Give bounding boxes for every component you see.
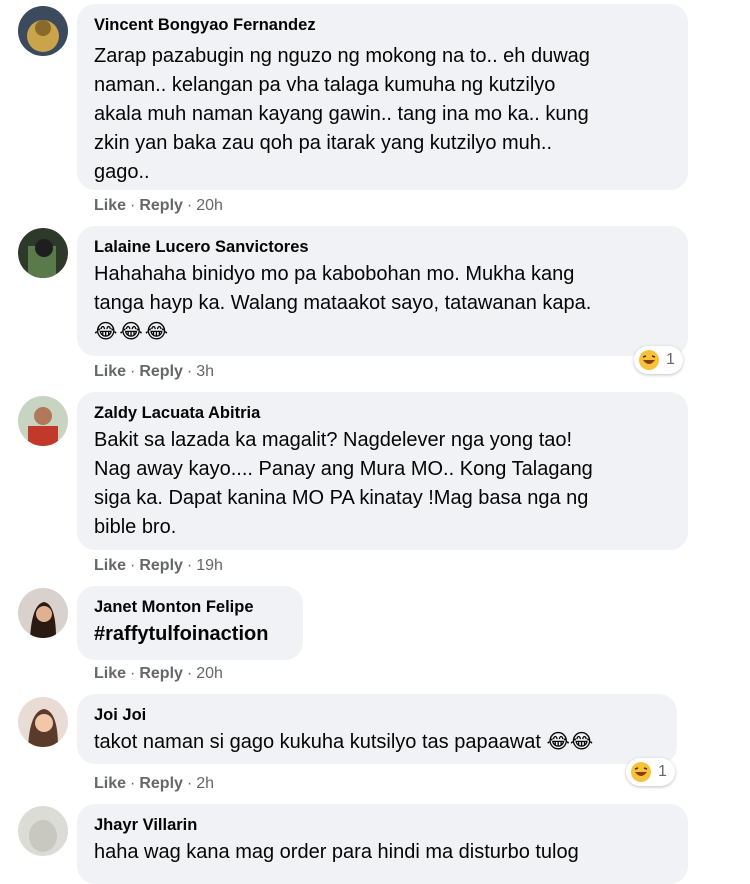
avatar[interactable] — [18, 697, 68, 747]
comment-author[interactable]: Vincent Bongyao Fernandez — [94, 14, 671, 36]
reply-link[interactable]: Reply — [139, 665, 183, 682]
avatar[interactable] — [18, 588, 68, 638]
reply-link[interactable]: Reply — [139, 557, 183, 574]
comment-time[interactable]: 20h — [196, 197, 223, 214]
separator-dot: · — [130, 775, 136, 792]
laughing-face-icon — [631, 762, 651, 782]
avatar[interactable] — [18, 228, 68, 278]
separator-dot: · — [186, 775, 193, 792]
reaction-badge[interactable]: 1 — [634, 346, 683, 374]
laughing-face-icon — [639, 350, 659, 370]
comment-line: zkin yan baka zau qoh pa itarak yang kut… — [94, 132, 553, 154]
like-link[interactable]: Like — [94, 775, 126, 792]
comment-time[interactable]: 2h — [196, 775, 214, 792]
like-link[interactable]: Like — [94, 197, 126, 214]
comment-bubble: Janet Monton Felipe #raffytulfoinaction — [77, 586, 303, 660]
comment-author[interactable]: Zaldy Lacuata Abitria — [94, 402, 671, 424]
comment-actions: Like · Reply · 19h — [94, 556, 223, 576]
comment-text: Zarap pazabugin ng nguzo ng mokong na to… — [94, 42, 671, 187]
comment-line: siga ka. Dapat kanina MO PA kinatay !Mag… — [94, 487, 589, 509]
comment-emojis: 😂😂 — [546, 731, 594, 753]
reply-link[interactable]: Reply — [139, 363, 183, 380]
comment-bubble: Vincent Bongyao Fernandez Zarap pazabugi… — [77, 4, 688, 190]
reaction-count: 1 — [658, 763, 667, 780]
comment-author[interactable]: Lalaine Lucero Sanvictores — [94, 236, 671, 258]
separator-dot: · — [186, 197, 193, 214]
comment-time[interactable]: 3h — [196, 363, 214, 380]
comment-line: akala muh naman kayang gawin.. tang ina … — [94, 103, 589, 125]
separator-dot: · — [130, 557, 136, 574]
separator-dot: · — [186, 557, 193, 574]
reaction-badge[interactable]: 1 — [626, 758, 675, 786]
comment-bubble: Jhayr Villarin haha wag kana mag order p… — [77, 804, 688, 884]
comment-text: Hahahaha binidyo mo pa kabobohan mo. Muk… — [94, 260, 671, 347]
comment-author[interactable]: Joi Joi — [94, 704, 660, 726]
reply-link[interactable]: Reply — [139, 197, 183, 214]
reply-link[interactable]: Reply — [139, 775, 183, 792]
comment-line: Bakit sa lazada ka magalit? Nagdelever n… — [94, 429, 573, 451]
separator-dot: · — [130, 363, 136, 380]
like-link[interactable]: Like — [94, 363, 126, 380]
comment-line: Hahahaha binidyo mo pa kabobohan mo. Muk… — [94, 263, 575, 285]
separator-dot: · — [130, 665, 136, 682]
comment-line: naman.. kelangan pa vha talaga kumuha ng… — [94, 74, 556, 96]
reaction-count: 1 — [666, 351, 675, 368]
comment-line: bible bro. — [94, 516, 177, 538]
comment-time[interactable]: 20h — [196, 665, 223, 682]
comment-actions: Like · Reply · 20h — [94, 664, 223, 684]
comment-bubble: Joi Joi takot naman si gago kukuha kutsi… — [77, 694, 677, 764]
comment-author[interactable]: Jhayr Villarin — [94, 814, 671, 836]
comment-line: Zarap pazabugin ng nguzo ng mokong na to… — [94, 45, 590, 67]
comment-line: haha wag kana mag order para hindi ma di… — [94, 841, 579, 863]
comment-author[interactable]: Janet Monton Felipe — [94, 596, 286, 618]
comment-line: takot naman si gago kukuha kutsilyo tas … — [94, 731, 541, 753]
comment-line[interactable]: #raffytulfoinaction — [94, 620, 286, 649]
separator-dot: · — [186, 665, 193, 682]
comment-emojis: 😂😂😂 — [94, 321, 171, 343]
like-link[interactable]: Like — [94, 665, 126, 682]
comment-text: Bakit sa lazada ka magalit? Nagdelever n… — [94, 426, 671, 542]
comment-line: tanga hayp ka. Walang mataakot sayo, tat… — [94, 292, 592, 314]
avatar[interactable] — [18, 806, 68, 856]
comment-bubble: Lalaine Lucero Sanvictores Hahahaha bini… — [77, 226, 688, 356]
comment-actions: Like · Reply · 20h — [94, 196, 223, 216]
comment-line: gago.. — [94, 161, 150, 183]
avatar[interactable] — [18, 6, 68, 56]
comment-bubble: Zaldy Lacuata Abitria Bakit sa lazada ka… — [77, 392, 688, 550]
comment-text: haha wag kana mag order para hindi ma di… — [94, 838, 671, 867]
separator-dot: · — [186, 363, 193, 380]
comment-text: takot naman si gago kukuha kutsilyo tas … — [94, 728, 660, 757]
separator-dot: · — [130, 197, 136, 214]
like-link[interactable]: Like — [94, 557, 126, 574]
comment-actions: Like · Reply · 2h — [94, 774, 214, 794]
comment-line: Nag away kayo.... Panay ang Mura MO.. Ko… — [94, 458, 593, 480]
comment-time[interactable]: 19h — [196, 557, 223, 574]
avatar[interactable] — [18, 396, 68, 446]
comment-text: #raffytulfoinaction — [94, 620, 286, 649]
comment-actions: Like · Reply · 3h — [94, 362, 214, 382]
